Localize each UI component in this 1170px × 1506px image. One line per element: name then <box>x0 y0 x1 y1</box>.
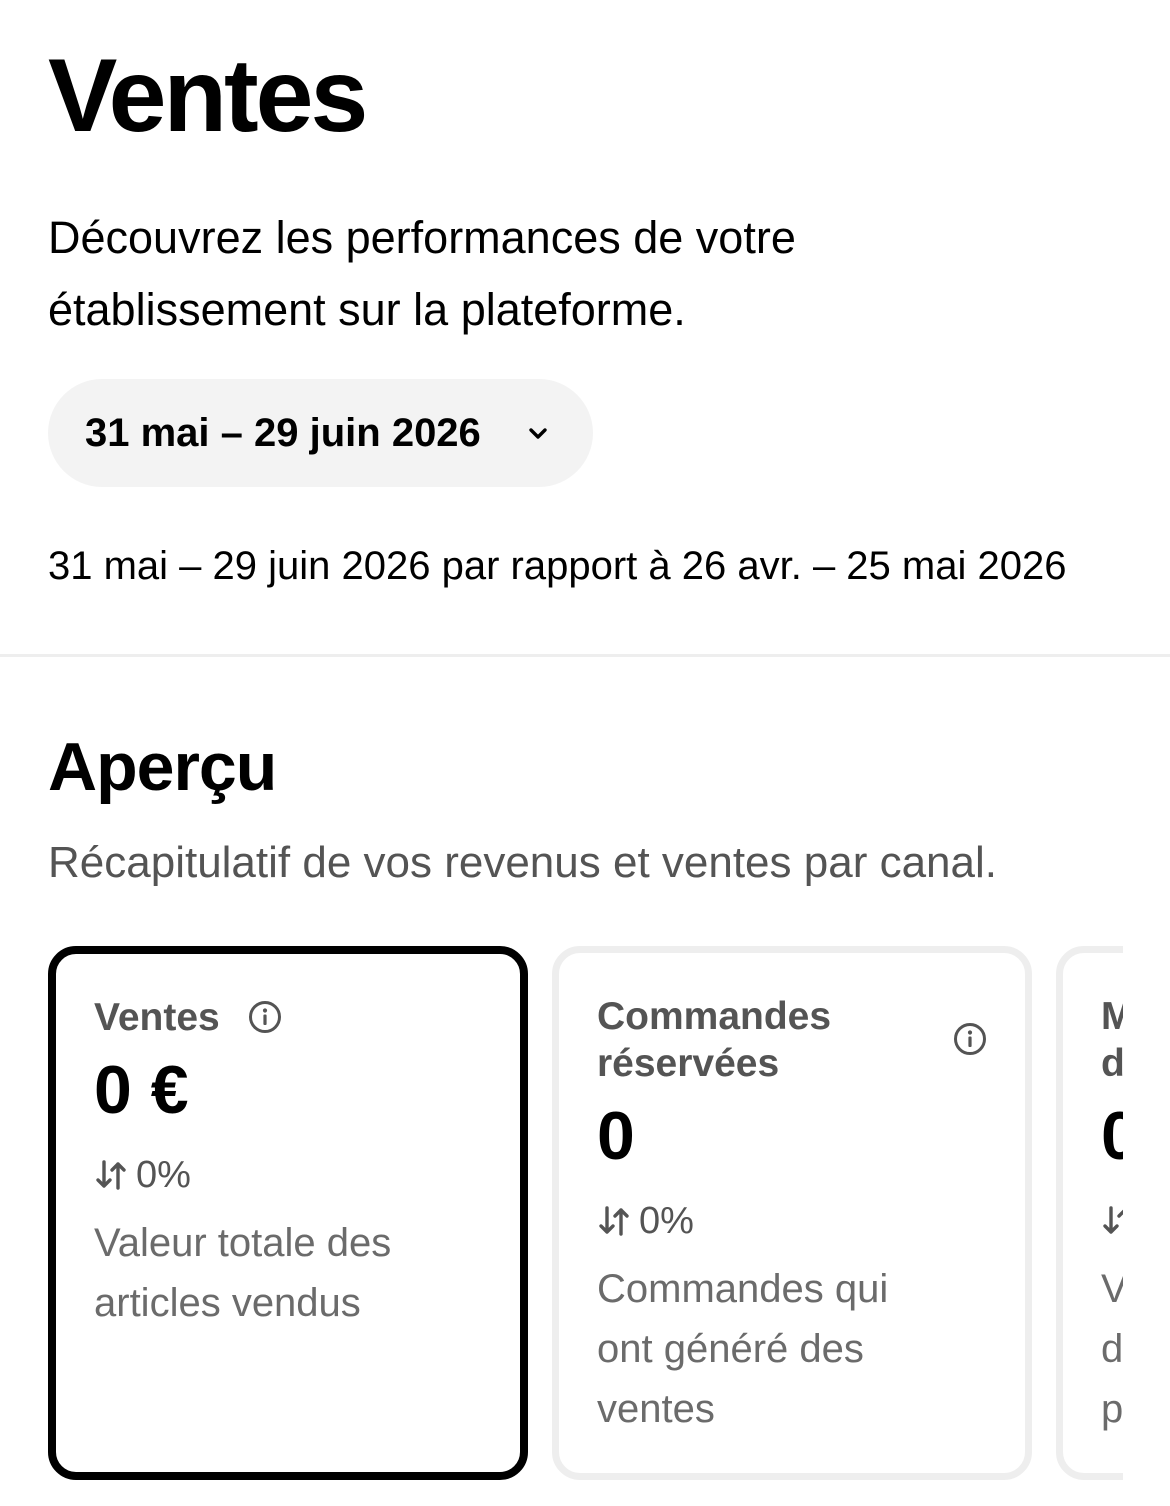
sort-arrows-icon <box>599 1206 629 1236</box>
metric-card-value: 0 <box>1101 1098 1123 1174</box>
metric-card-label: Ventes <box>94 996 220 1039</box>
chevron-down-icon[interactable] <box>526 422 550 446</box>
metric-card-description: V d p <box>1101 1267 1123 1431</box>
metric-card-description: Commandes qui ont généré des ventes <box>597 1267 889 1431</box>
info-icon[interactable] <box>953 1022 987 1056</box>
metric-card-change <box>1101 1197 1123 1245</box>
page-title: Ventes <box>48 38 368 154</box>
metric-card-value: 0 <box>597 1098 635 1174</box>
overview-subtitle: Récapitulatif de vos revenus et ventes p… <box>48 838 997 887</box>
date-range-label: 31 mai – 29 juin 2026 <box>85 410 481 455</box>
metric-card-change-value: 0% <box>639 1200 694 1242</box>
sales-page: Ventes Découvrez les performances de vot… <box>0 0 1170 1506</box>
overview-title: Aperçu <box>48 729 277 805</box>
date-range-picker[interactable]: 31 mai – 29 juin 2026 <box>48 379 593 487</box>
sort-arrows-icon <box>1103 1206 1123 1234</box>
metric-card-change-value: 0% <box>136 1154 191 1196</box>
metric-card-booked-orders[interactable]: Commandes réservées 0 0% Commandes qui o… <box>552 946 1032 1480</box>
metric-card-label: M d <box>1101 995 1123 1085</box>
page-subtitle: Découvrez les performances de votre étab… <box>48 212 796 335</box>
comparison-period-text: 31 mai – 29 juin 2026 par rapport à 26 a… <box>48 544 1067 588</box>
metric-card-change: 0% <box>94 1151 482 1199</box>
sort-arrows-icon <box>96 1160 126 1190</box>
metric-cards-carousel[interactable]: Ventes 0 € 0% Valeur totale des articles… <box>48 946 1123 1482</box>
info-icon[interactable] <box>248 1000 282 1034</box>
metric-card-label: Commandes réservées <box>597 995 832 1085</box>
metric-card-partial[interactable]: M d 0 V d p <box>1056 946 1123 1480</box>
metric-card-change: 0% <box>597 1197 987 1245</box>
section-divider <box>0 654 1170 657</box>
metric-card-description: Valeur totale des articles vendus <box>94 1221 392 1325</box>
metric-card-value: 0 € <box>94 1052 189 1128</box>
metric-card-sales[interactable]: Ventes 0 € 0% Valeur totale des articles… <box>48 946 528 1480</box>
